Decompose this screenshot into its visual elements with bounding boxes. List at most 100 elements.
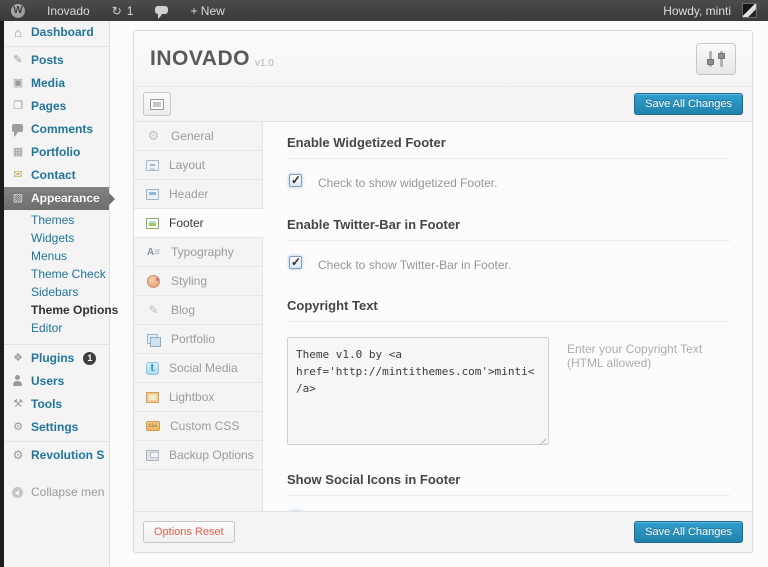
copyright-hint: Enter your Copyright Text (HTML allowed): [567, 337, 730, 370]
footer-options-pane: Enable Widgetized Footer Check to show w…: [263, 122, 752, 511]
tools-icon: [11, 398, 25, 411]
sidebar-item-dashboard[interactable]: Dashboard: [4, 21, 109, 44]
twitter-icon: [146, 362, 159, 375]
typography-icon: [146, 246, 161, 259]
new-label: + New: [190, 4, 224, 18]
tab-backup-options[interactable]: Backup Options: [134, 441, 262, 470]
copyright-textarea[interactable]: Theme v1.0 by <a href='http://mintitheme…: [287, 337, 549, 445]
contact-icon: [11, 169, 25, 182]
submenu-item-widgets[interactable]: Widgets: [4, 229, 109, 247]
options-reset-button[interactable]: Options Reset: [143, 521, 235, 543]
sidebar-item-comments[interactable]: Comments: [4, 118, 109, 141]
tab-styling[interactable]: Styling: [134, 267, 262, 296]
dashboard-icon: [11, 26, 25, 39]
save-all-changes-button-bottom[interactable]: Save All Changes: [634, 521, 743, 543]
submenu-item-theme-check[interactable]: Theme Check: [4, 265, 109, 283]
twitter-bar-checkbox[interactable]: [289, 256, 302, 269]
blog-pencil-icon: [146, 304, 161, 317]
tab-blog[interactable]: Blog: [134, 296, 262, 325]
sidebar-item-plugins[interactable]: Plugins1: [4, 347, 109, 370]
backup-disk-icon: [146, 450, 159, 461]
section-heading: Enable Widgetized Footer: [287, 135, 730, 159]
submenu-item-menus[interactable]: Menus: [4, 247, 109, 265]
section-social-icons: Show Social Icons in Footer Check to sho…: [287, 472, 730, 511]
users-icon: [11, 375, 25, 388]
update-count: 1: [127, 4, 134, 18]
widgetized-footer-checkbox[interactable]: [289, 174, 302, 187]
slider-glyph: [720, 51, 723, 67]
footer-icon: [146, 218, 159, 229]
panel-footer: Options Reset Save All Changes: [134, 511, 752, 552]
custom-css-icon: [146, 421, 160, 431]
plugins-icon: [11, 352, 25, 365]
sidebar-item-media[interactable]: Media: [4, 72, 109, 95]
submenu-item-themes[interactable]: Themes: [4, 211, 109, 229]
sidebar-item-revolution-slider[interactable]: Revolution Slider: [4, 444, 109, 467]
account-menu[interactable]: Howdy, minti: [652, 0, 768, 21]
wordpress-menu[interactable]: W: [0, 0, 36, 21]
tab-layout[interactable]: Layout: [134, 151, 262, 180]
tab-general[interactable]: General: [134, 122, 262, 151]
avatar: [742, 3, 757, 18]
comments-icon: [11, 123, 25, 136]
section-heading: Enable Twitter-Bar in Footer: [287, 217, 730, 241]
howdy-text: Howdy, minti: [663, 4, 731, 18]
styling-palette-icon: [146, 275, 161, 288]
wordpress-logo-icon: W: [11, 4, 25, 18]
revolution-slider-icon: [11, 449, 25, 462]
theme-options-panel: INOVADO v1.0 Save All Changes General La…: [133, 30, 753, 553]
panel-toolbar: Save All Changes: [134, 87, 752, 122]
sidebar-item-settings[interactable]: Settings: [4, 416, 109, 439]
tab-lightbox[interactable]: Lightbox: [134, 383, 262, 412]
panel-title: INOVADO: [150, 47, 250, 71]
site-name-link[interactable]: Inovado: [36, 0, 101, 21]
tab-portfolio[interactable]: Portfolio: [134, 325, 262, 354]
section-copyright-text: Copyright Text Theme v1.0 by <a href='ht…: [287, 298, 730, 450]
window-edge-strip: [0, 21, 4, 567]
plugins-badge: 1: [83, 352, 96, 365]
options-tab-list: General Layout Header Footer Typography …: [134, 122, 263, 511]
submenu-item-editor[interactable]: Editor: [4, 319, 109, 337]
tab-custom-css[interactable]: Custom CSS: [134, 412, 262, 441]
twitter-bar-checkbox-label: Check to show Twitter-Bar in Footer.: [318, 256, 511, 275]
sidebar-item-tools[interactable]: Tools: [4, 393, 109, 416]
sidebar-item-appearance[interactable]: Appearance: [4, 187, 109, 210]
sidebar-item-posts[interactable]: Posts: [4, 49, 109, 72]
new-content-button[interactable]: + New: [179, 0, 235, 21]
submenu-item-theme-options[interactable]: Theme Options: [4, 301, 109, 319]
screen-options-button[interactable]: [143, 92, 171, 116]
save-all-changes-button-top[interactable]: Save All Changes: [634, 93, 743, 115]
tab-social-media[interactable]: Social Media: [134, 354, 262, 383]
slider-glyph: [709, 51, 712, 67]
updates-indicator[interactable]: 1: [101, 0, 145, 21]
tab-footer[interactable]: Footer: [134, 209, 263, 238]
layout-icon: [146, 160, 159, 171]
collapse-menu-button[interactable]: Collapse menu: [4, 481, 109, 504]
sidebar-separator: [4, 46, 109, 47]
general-gear-icon: [146, 130, 161, 143]
sidebar-item-contact[interactable]: Contact: [4, 164, 109, 187]
submenu-item-sidebars[interactable]: Sidebars: [4, 283, 109, 301]
media-icon: [11, 77, 25, 90]
collapse-arrow-icon: [11, 486, 25, 499]
sidebar-item-users[interactable]: Users: [4, 370, 109, 393]
sidebar-item-portfolio[interactable]: Portfolio: [4, 141, 109, 164]
panel-version: v1.0: [255, 58, 274, 69]
site-name: Inovado: [47, 4, 90, 18]
portfolio-stack-icon: [146, 333, 161, 346]
comments-indicator[interactable]: [144, 0, 179, 21]
lightbox-frame-icon: [146, 392, 159, 403]
admin-content-area: INOVADO v1.0 Save All Changes General La…: [110, 21, 768, 567]
section-heading: Copyright Text: [287, 298, 730, 322]
theme-options-sliders-icon: [696, 43, 736, 75]
section-heading: Show Social Icons in Footer: [287, 472, 730, 496]
section-widgetized-footer: Enable Widgetized Footer Check to show w…: [287, 135, 730, 193]
sidebar-item-pages[interactable]: Pages: [4, 95, 109, 118]
admin-bar: W Inovado 1 + New Howdy, minti: [0, 0, 768, 21]
screen-icon: [150, 99, 164, 110]
pages-icon: [11, 100, 25, 113]
tab-typography[interactable]: Typography: [134, 238, 262, 267]
tab-header[interactable]: Header: [134, 180, 262, 209]
sidebar-separator: [4, 441, 109, 442]
header-icon: [146, 189, 159, 200]
